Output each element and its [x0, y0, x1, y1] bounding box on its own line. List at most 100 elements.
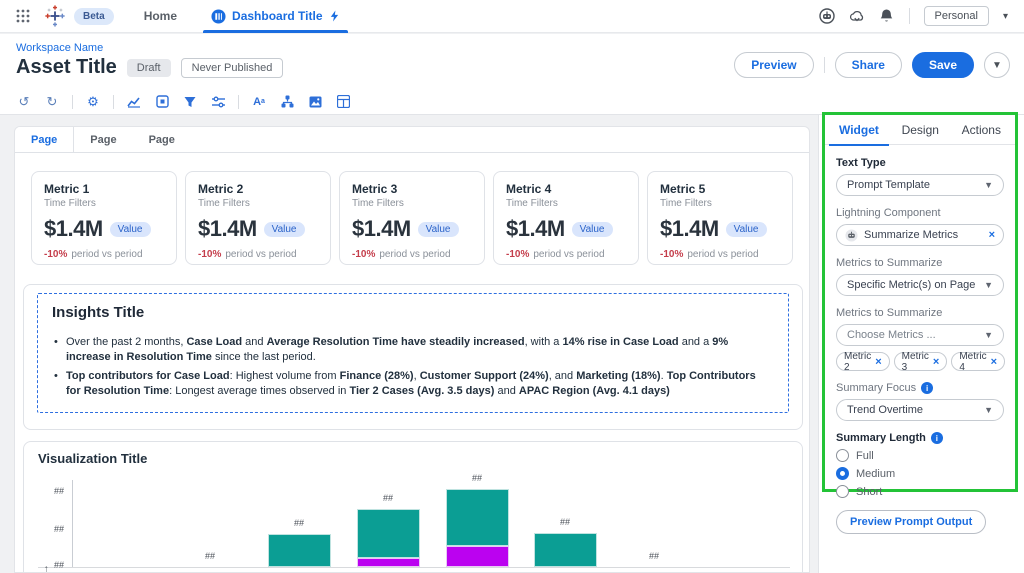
- bar-segment-teal[interactable]: [356, 509, 420, 558]
- nav-tab-dashboard[interactable]: Dashboard Title: [203, 0, 348, 33]
- metric-value: $1.4M: [352, 216, 411, 241]
- tableau-logo-icon[interactable]: [44, 5, 66, 27]
- bar-value-label: ##: [382, 493, 393, 503]
- insights-widget[interactable]: Insights Title Over the past 2 months, C…: [23, 284, 803, 430]
- page-tab-1[interactable]: Page: [15, 127, 75, 152]
- insights-selection-outline: Insights Title Over the past 2 months, C…: [37, 293, 789, 413]
- widget-box-icon[interactable]: [154, 94, 170, 110]
- chip-label: Metric 2: [844, 350, 872, 373]
- page-sheet: Page Page Page Metric 1 Time Filters $1.…: [14, 126, 810, 573]
- sliders-icon[interactable]: [210, 94, 226, 110]
- text-style-icon[interactable]: Aa: [251, 94, 267, 110]
- bar-segment-teal[interactable]: [267, 534, 331, 567]
- length-option-short[interactable]: Short: [836, 485, 1004, 498]
- radio-full[interactable]: [836, 449, 849, 462]
- save-options-caret-button[interactable]: ▼: [984, 52, 1010, 78]
- choose-metrics-select[interactable]: Choose Metrics ... ▼: [836, 324, 1004, 346]
- metric-chip[interactable]: Metric 2 ×: [836, 350, 890, 373]
- dashboard-icon: [211, 8, 226, 24]
- share-button[interactable]: Share: [834, 52, 902, 78]
- lightning-component-value: Summarize Metrics: [864, 229, 959, 241]
- visualization-widget[interactable]: Visualization Title ## ## ## Axis Title …: [23, 441, 803, 572]
- settings-gear-icon[interactable]: ⚙: [85, 94, 101, 110]
- info-icon[interactable]: i: [921, 382, 934, 394]
- metric-card-4[interactable]: Metric 4 Time Filters $1.4M Value -10% per…: [493, 171, 639, 265]
- top-header: Beta Home Dashboard Title Personal ▾: [0, 0, 1024, 33]
- waffle-menu-icon[interactable]: [16, 9, 30, 23]
- preview-prompt-output-button[interactable]: Preview Prompt Output: [836, 510, 987, 534]
- bar-segment-magenta[interactable]: [445, 546, 509, 567]
- y-axis-tick: ##: [53, 486, 64, 496]
- metric-card-3[interactable]: Metric 3 Time Filters $1.4M Value -10% per…: [339, 171, 485, 265]
- page-tab-3[interactable]: Page: [133, 127, 191, 152]
- text-type-select[interactable]: Prompt Template ▼: [836, 174, 1004, 196]
- header-divider: [908, 8, 910, 24]
- radio-label: Short: [856, 485, 883, 498]
- metric-name: Metric 5: [660, 182, 706, 196]
- length-option-medium[interactable]: Medium: [836, 467, 1004, 480]
- metric-delta: -10%: [506, 249, 530, 260]
- nav-home[interactable]: Home: [144, 9, 177, 23]
- actions-divider: [823, 57, 825, 73]
- metric-card-1[interactable]: Metric 1 Time Filters $1.4M Value -10% per…: [31, 171, 177, 265]
- lightning-component-pill[interactable]: Summarize Metrics ×: [836, 224, 1004, 246]
- image-icon[interactable]: [307, 94, 323, 110]
- length-option-full[interactable]: Full: [836, 449, 1004, 462]
- caret-down-icon: ▼: [984, 180, 993, 190]
- notifications-bell-icon[interactable]: [879, 8, 895, 24]
- filter-funnel-icon[interactable]: [182, 94, 198, 110]
- remove-chip-icon[interactable]: ×: [991, 356, 997, 368]
- info-icon[interactable]: i: [930, 432, 943, 444]
- text-type-label: Text Type: [836, 157, 886, 169]
- choose-metrics-placeholder: Choose Metrics ...: [847, 329, 936, 341]
- bot-assistant-icon[interactable]: [818, 8, 835, 24]
- metric-value-badge: Value: [263, 221, 305, 237]
- app-window: Beta Home Dashboard Title Personal ▾ Wor…: [0, 0, 1024, 573]
- line-chart-icon[interactable]: [126, 94, 142, 110]
- metric-value: $1.4M: [198, 216, 257, 241]
- account-selector[interactable]: Personal: [923, 6, 989, 26]
- bar-value-label: ##: [293, 518, 304, 528]
- remove-chip-icon[interactable]: ×: [933, 356, 939, 368]
- metric-chip[interactable]: Metric 3 ×: [893, 351, 948, 373]
- metric-delta-label: period vs period: [687, 249, 759, 260]
- cloud-sync-icon[interactable]: [849, 8, 865, 24]
- metric-delta: -10%: [44, 249, 68, 260]
- redo-icon[interactable]: ↻: [44, 94, 60, 110]
- metric-card-row: Metric 1 Time Filters $1.4M Value -10% per…: [31, 171, 793, 265]
- metric-chip[interactable]: Metric 4 ×: [951, 351, 1006, 373]
- bar-segment-magenta[interactable]: [356, 558, 420, 567]
- summary-focus-select[interactable]: Trend Overtime ▼: [836, 399, 1004, 421]
- panel-tab-widget[interactable]: Widget: [829, 115, 889, 146]
- asset-title: Asset Title: [16, 56, 117, 78]
- metric-delta-label: period vs period: [225, 249, 297, 260]
- metric-card-2[interactable]: Metric 2 Time Filters $1.4M Value -10% per…: [185, 171, 331, 265]
- lightning-component-label: Lightning Component: [836, 207, 941, 219]
- draft-status-badge: Draft: [126, 58, 171, 77]
- account-caret-down-icon[interactable]: ▾: [1003, 11, 1008, 22]
- metric-card-5[interactable]: Metric 5 Time Filters $1.4M Value -10% per…: [647, 171, 793, 265]
- metrics-scope-select[interactable]: Specific Metric(s) on Page ▼: [836, 274, 1004, 296]
- metric-filters: Time Filters: [506, 198, 558, 209]
- undo-icon[interactable]: ↺: [16, 94, 32, 110]
- active-tab-indicator: [203, 29, 348, 33]
- metrics-to-summarize-label-2: Metrics to Summarize: [836, 307, 943, 319]
- bar-segment-teal[interactable]: [445, 489, 509, 546]
- insights-bullets: Over the past 2 months, Case Load and Av…: [52, 335, 774, 399]
- preview-button[interactable]: Preview: [734, 52, 814, 78]
- metric-value-badge: Value: [417, 221, 459, 237]
- panel-tab-actions[interactable]: Actions: [958, 115, 1005, 145]
- panel-tab-design[interactable]: Design: [898, 115, 943, 145]
- metric-delta-label: period vs period: [71, 249, 143, 260]
- layout-grid-icon[interactable]: [335, 94, 351, 110]
- flow-nodes-icon[interactable]: [279, 94, 295, 110]
- workspace-breadcrumb-link[interactable]: Workspace Name: [16, 42, 103, 54]
- radio-label: Medium: [856, 467, 896, 480]
- page-tab-2[interactable]: Page: [74, 127, 132, 152]
- bar-segment-teal[interactable]: [533, 533, 597, 567]
- radio-medium-selected[interactable]: [836, 467, 849, 480]
- radio-short[interactable]: [836, 485, 849, 498]
- save-button[interactable]: Save: [911, 52, 974, 78]
- remove-chip-icon[interactable]: ×: [875, 356, 881, 368]
- remove-component-icon[interactable]: ×: [989, 229, 995, 241]
